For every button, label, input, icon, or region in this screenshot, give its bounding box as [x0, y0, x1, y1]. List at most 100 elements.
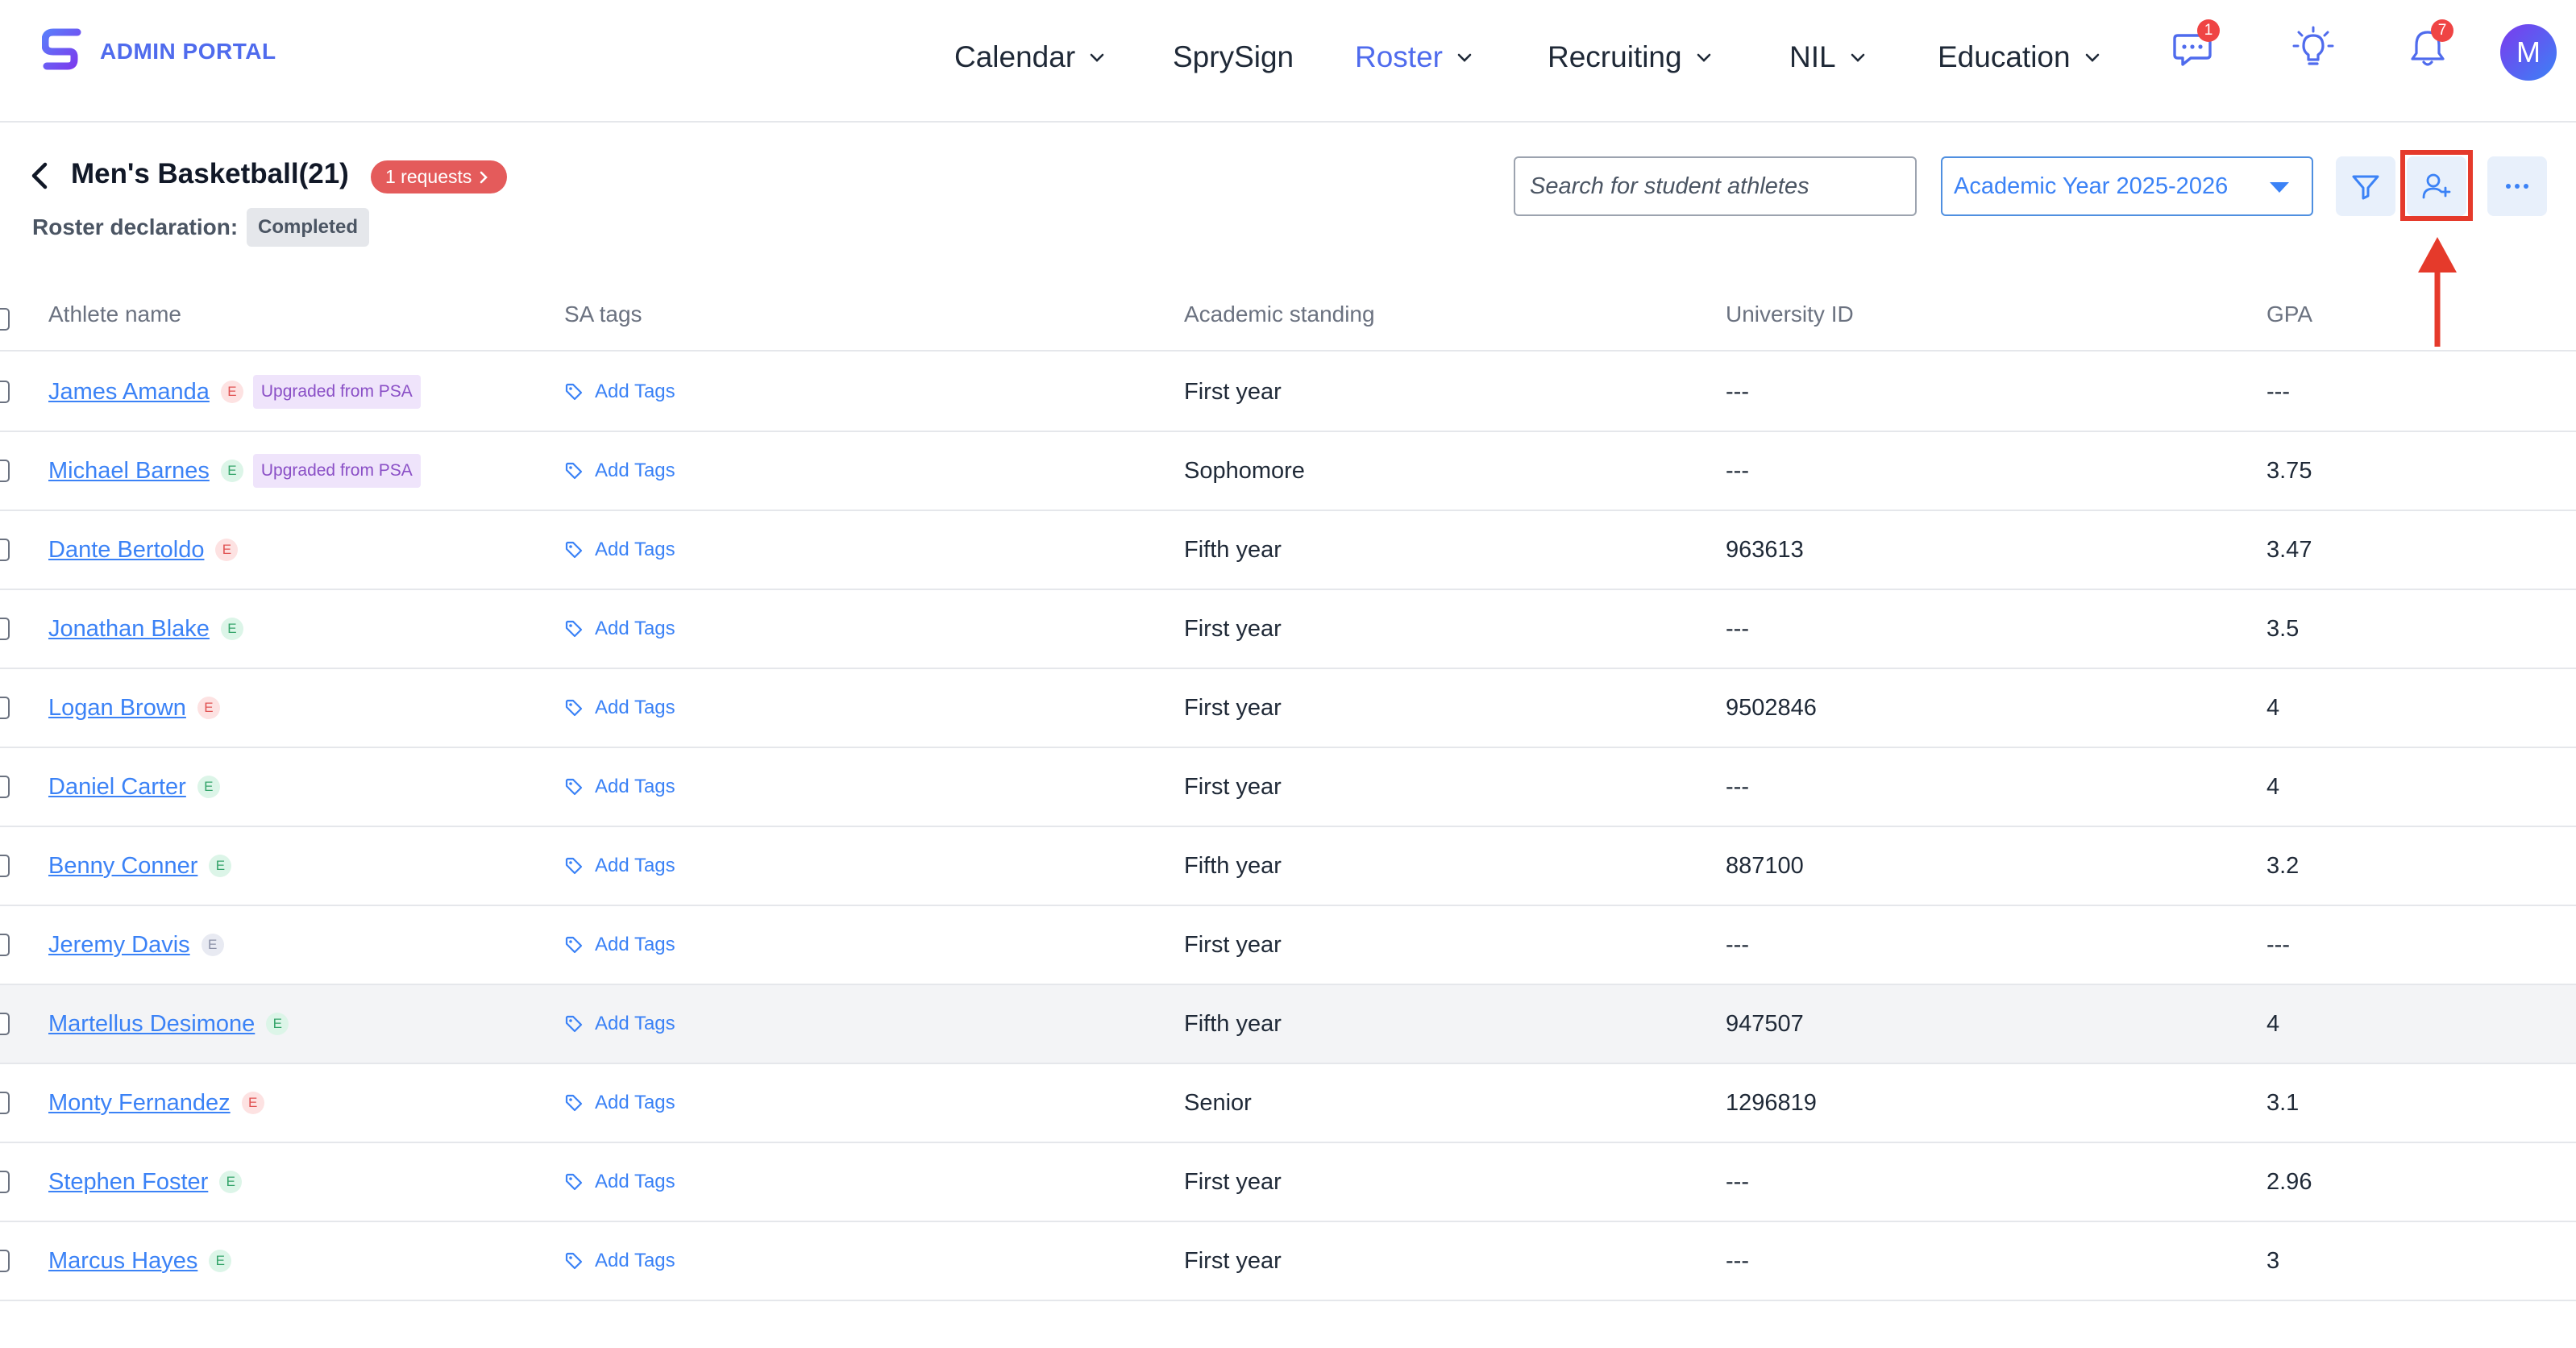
- table-row[interactable]: Jonathan Blake E Add Tags First year --- 3.5: [0, 590, 2576, 669]
- athlete-name-link[interactable]: Jeremy Davis: [48, 932, 190, 959]
- table-row[interactable]: Stephen Foster E Add Tags First year --- 2.96: [0, 1143, 2576, 1222]
- row-checkbox[interactable]: [0, 697, 10, 719]
- athlete-name-link[interactable]: James Amanda: [48, 379, 210, 406]
- chevron-right-icon: [480, 171, 488, 183]
- add-tags-button[interactable]: Add Tags: [564, 1250, 675, 1272]
- nav-calendar[interactable]: Calendar: [954, 37, 1106, 77]
- eligibility-badge: E: [220, 460, 243, 482]
- add-tags-button[interactable]: Add Tags: [564, 855, 675, 877]
- athlete-name-link[interactable]: Dante Bertoldo: [48, 537, 204, 564]
- nav-sprysign[interactable]: SprySign: [1173, 37, 1294, 77]
- athlete-name-link[interactable]: Logan Brown: [48, 695, 186, 722]
- user-avatar[interactable]: M: [2500, 24, 2557, 81]
- ideas-button[interactable]: [2289, 24, 2337, 73]
- messages-button[interactable]: 1: [2170, 19, 2220, 73]
- athlete-name-link[interactable]: Monty Fernandez: [48, 1090, 231, 1117]
- annotation-highlight-box: [2400, 150, 2473, 221]
- athlete-name-cell: Dante Bertoldo E: [48, 511, 239, 589]
- athlete-name-link[interactable]: Michael Barnes: [48, 458, 210, 485]
- chevron-down-icon: [2085, 53, 2099, 62]
- sa-tags-cell: Add Tags: [564, 1143, 675, 1221]
- table-row[interactable]: James Amanda E Upgraded from PSA Add Tags Fi…: [0, 353, 2576, 432]
- nav-roster[interactable]: Roster: [1355, 37, 1473, 77]
- academic-standing-cell: First year: [1184, 378, 1282, 405]
- requests-badge[interactable]: 1 requests: [371, 160, 508, 193]
- eligibility-badge: E: [209, 1250, 232, 1272]
- row-checkbox[interactable]: [0, 381, 10, 403]
- athlete-name-cell: Michael Barnes E Upgraded from PSA: [48, 432, 421, 510]
- row-checkbox[interactable]: [0, 934, 10, 956]
- athlete-name-link[interactable]: Stephen Foster: [48, 1169, 208, 1196]
- gpa-cell: 3.5: [2266, 615, 2300, 642]
- row-checkbox[interactable]: [0, 1013, 10, 1035]
- roster-declaration-label: Roster declaration:: [32, 214, 239, 239]
- academic-standing-cell: First year: [1184, 931, 1282, 958]
- add-tags-button[interactable]: Add Tags: [564, 697, 675, 719]
- row-checkbox[interactable]: [0, 1092, 10, 1114]
- table-row[interactable]: Monty Fernandez E Add Tags Senior 1296819 3.1: [0, 1064, 2576, 1143]
- row-checkbox[interactable]: [0, 855, 10, 877]
- table-row[interactable]: Benny Conner E Add Tags Fifth year 887100 3.2: [0, 827, 2576, 906]
- dropdown-arrow-icon: [2270, 182, 2289, 193]
- column-sa-tags[interactable]: SA tags: [564, 302, 642, 327]
- university-id-cell: ---: [1726, 615, 1749, 642]
- add-tags-button[interactable]: Add Tags: [564, 1013, 675, 1035]
- add-tags-label: Add Tags: [595, 776, 675, 797]
- filter-button[interactable]: [2336, 156, 2395, 216]
- tag-icon: [565, 541, 583, 559]
- more-options-button[interactable]: [2487, 156, 2547, 216]
- add-tags-button[interactable]: Add Tags: [564, 1171, 675, 1193]
- row-checkbox[interactable]: [0, 1171, 10, 1193]
- athlete-name-cell: Marcus Hayes E: [48, 1222, 232, 1300]
- nav-education[interactable]: Education: [1938, 37, 2101, 77]
- athlete-name-link[interactable]: Daniel Carter: [48, 774, 186, 801]
- chevron-down-icon: [1851, 53, 1864, 62]
- athlete-name-link[interactable]: Benny Conner: [48, 853, 197, 880]
- tag-icon: [565, 1015, 583, 1033]
- row-checkbox[interactable]: [0, 776, 10, 798]
- search-input[interactable]: [1514, 156, 1917, 216]
- back-arrow-icon[interactable]: [27, 160, 52, 192]
- page-title: Men's Basketball(21): [71, 158, 349, 189]
- table-row[interactable]: Daniel Carter E Add Tags First year --- 4: [0, 748, 2576, 827]
- spry-logo-icon[interactable]: [42, 27, 82, 73]
- academic-standing-cell: Sophomore: [1184, 457, 1305, 484]
- university-id-cell: ---: [1726, 931, 1749, 958]
- row-checkbox[interactable]: [0, 618, 10, 640]
- table-row[interactable]: Michael Barnes E Upgraded from PSA Add Tags…: [0, 432, 2576, 511]
- row-checkbox[interactable]: [0, 460, 10, 482]
- filter-icon: [2352, 175, 2379, 200]
- table-row[interactable]: Martellus Desimone E Add Tags Fifth year 947…: [0, 985, 2576, 1064]
- column-athlete-name[interactable]: Athlete name: [48, 302, 181, 327]
- table-row[interactable]: Dante Bertoldo E Add Tags Fifth year 963613 3…: [0, 511, 2576, 590]
- athlete-name-link[interactable]: Marcus Hayes: [48, 1248, 197, 1275]
- column-gpa[interactable]: GPA: [2266, 302, 2312, 327]
- column-academic-standing[interactable]: Academic standing: [1184, 302, 1375, 327]
- add-tags-button[interactable]: Add Tags: [564, 460, 675, 482]
- row-checkbox[interactable]: [0, 1250, 10, 1272]
- academic-year-select[interactable]: Academic Year 2025-2026: [1941, 156, 2313, 216]
- athlete-name-link[interactable]: Jonathan Blake: [48, 616, 210, 643]
- add-tags-button[interactable]: Add Tags: [564, 934, 675, 956]
- select-all-checkbox[interactable]: [0, 308, 10, 331]
- add-tags-button[interactable]: Add Tags: [564, 618, 675, 640]
- column-university-id[interactable]: University ID: [1726, 302, 1854, 327]
- add-tags-button[interactable]: Add Tags: [564, 381, 675, 403]
- table-row[interactable]: Logan Brown E Add Tags First year 9502846 4: [0, 669, 2576, 748]
- athlete-name-cell: Stephen Foster E: [48, 1143, 243, 1221]
- table-row[interactable]: Marcus Hayes E Add Tags First year --- 3: [0, 1222, 2576, 1301]
- university-id-cell: 1296819: [1726, 1089, 1817, 1116]
- row-checkbox[interactable]: [0, 539, 10, 561]
- eligibility-badge: E: [220, 618, 243, 640]
- table-row[interactable]: Jeremy Davis E Add Tags First year --- ---: [0, 906, 2576, 985]
- add-tags-button[interactable]: Add Tags: [564, 776, 675, 798]
- athlete-name-link[interactable]: Martellus Desimone: [48, 1011, 255, 1038]
- notifications-button[interactable]: 7: [2404, 19, 2453, 73]
- add-tags-button[interactable]: Add Tags: [564, 539, 675, 561]
- nav-nil[interactable]: NIL: [1789, 37, 1867, 77]
- university-id-cell: ---: [1726, 773, 1749, 800]
- chevron-down-icon: [1697, 53, 1710, 62]
- nav-recruiting[interactable]: Recruiting: [1548, 37, 1713, 77]
- gpa-cell: 3.75: [2266, 457, 2312, 484]
- add-tags-button[interactable]: Add Tags: [564, 1092, 675, 1114]
